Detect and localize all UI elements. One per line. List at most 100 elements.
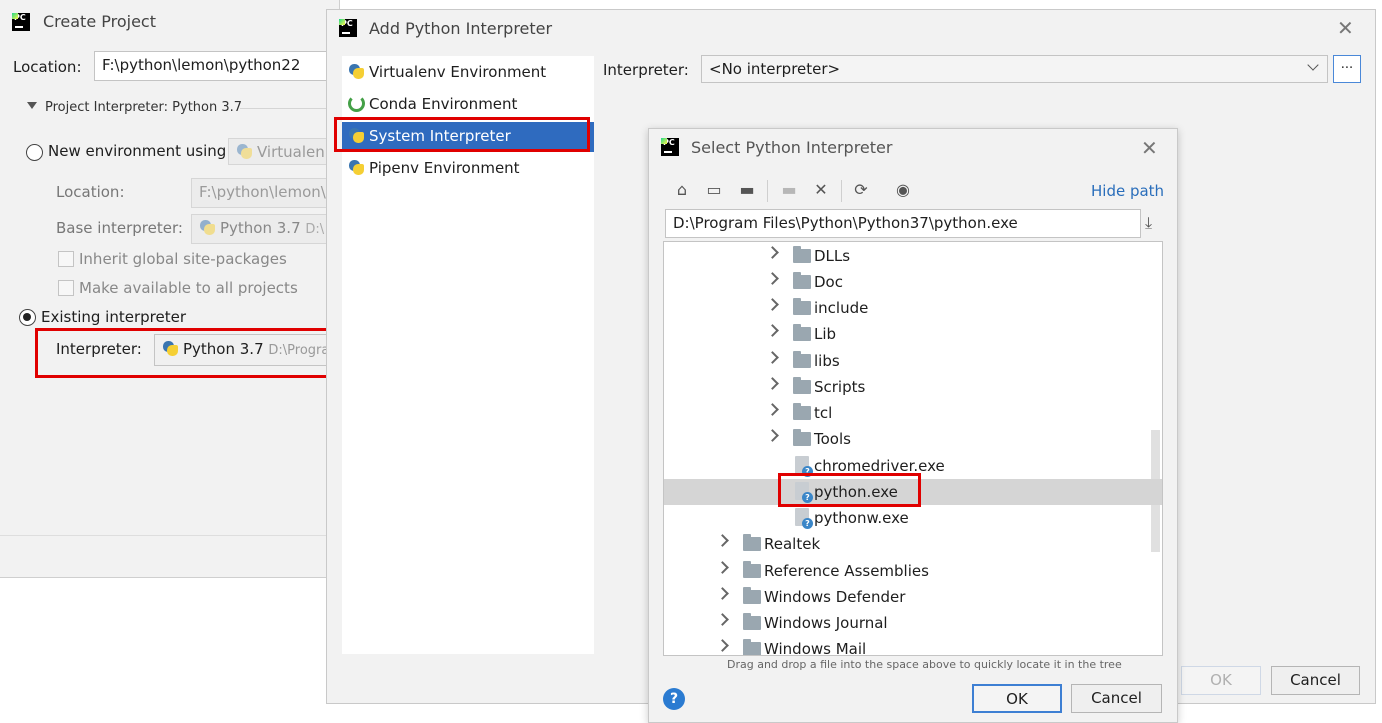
desktop-icon[interactable]: ▭ [704,180,724,200]
ok-button[interactable]: OK [1181,666,1261,695]
env-item-pipenv[interactable]: Pipenv Environment [342,154,594,184]
tree-row-dlls[interactable]: DLLs [664,243,1162,269]
tree-row-realtek[interactable]: Realtek [664,531,1162,557]
tree-row-tcl[interactable]: tcl [664,400,1162,426]
tree-row-chromedriver[interactable]: chromedriver.exe [664,453,1162,479]
help-icon[interactable]: ? [663,688,685,710]
select-ok-button[interactable]: OK [972,684,1062,713]
base-interpreter-select[interactable]: Python 3.7 D:\ [191,214,340,244]
tree-row-windows-journal[interactable]: Windows Journal [664,610,1162,636]
path-field[interactable]: D:\Program Files\Python\Python37\python.… [665,209,1141,238]
folder-icon [743,561,761,578]
folder-icon [793,429,811,446]
collapse-triangle-icon[interactable] [27,102,37,109]
chevron-right-icon[interactable] [766,429,779,442]
bottom-divider [0,535,340,536]
chevron-right-icon[interactable] [766,298,779,311]
executable-file-icon [795,456,813,477]
chevron-right-icon[interactable] [716,561,729,574]
drag-drop-hint: Drag and drop a file into the space abov… [727,658,1122,671]
tree-row-tools[interactable]: Tools [664,426,1162,452]
inherit-packages-checkbox[interactable] [58,251,74,267]
file-tree[interactable]: DLLs Doc include Lib libs Scripts tcl To… [663,241,1163,656]
base-interpreter-label: Base interpreter: [56,219,183,237]
project-folder-icon[interactable]: ▬ [737,180,757,200]
tree-row-doc[interactable]: Doc [664,269,1162,295]
folder-icon [793,403,811,420]
interpreter-path: D:\Progra [268,343,330,358]
browse-button[interactable]: ... [1333,55,1361,83]
pipenv-icon [348,159,365,176]
pycharm-logo-icon: PC [661,138,679,156]
chevron-right-icon[interactable] [766,377,779,390]
location-field[interactable]: F:\python\lemon\python22 [94,51,340,81]
interpreter-value: Python 3.7 [183,340,264,358]
interpreter-label: Interpreter: [603,61,689,79]
interpreter-dropdown-value: <No interpreter> [709,60,841,78]
tree-row-libs[interactable]: libs [664,348,1162,374]
chevron-right-icon[interactable] [716,587,729,600]
chevron-right-icon[interactable] [716,639,729,652]
tree-row-scripts[interactable]: Scripts [664,374,1162,400]
env-item-system[interactable]: System Interpreter [342,122,594,152]
interpreter-select[interactable]: Python 3.7 D:\Progra [154,334,340,366]
tree-row-reference-assemblies[interactable]: Reference Assemblies [664,558,1162,584]
sub-location-field[interactable]: F:\python\lemon\ [191,178,340,208]
make-available-label[interactable]: Make available to all projects [79,279,298,297]
delete-icon[interactable]: ✕ [811,180,831,200]
tree-row-include[interactable]: include [664,295,1162,321]
existing-interpreter-label[interactable]: Existing interpreter [41,308,186,326]
tree-row-label: tcl [814,404,833,422]
interpreter-dropdown[interactable]: <No interpreter> [701,55,1328,83]
select-cancel-button[interactable]: Cancel [1071,684,1162,713]
sub-location-label: Location: [56,183,125,201]
make-available-checkbox[interactable] [58,280,74,296]
close-icon[interactable]: ✕ [1337,16,1354,40]
tree-row-label: pythonw.exe [814,509,909,527]
tree-row-label: Lib [814,325,837,343]
inherit-packages-label[interactable]: Inherit global site-packages [79,250,287,268]
folder-icon [793,298,811,315]
tree-row-python-exe[interactable]: python.exe [664,479,1162,505]
env-item-virtualenv[interactable]: Virtualenv Environment [342,58,594,88]
tree-row-lib[interactable]: Lib [664,321,1162,347]
tree-row-pythonw-exe[interactable]: pythonw.exe [664,505,1162,531]
chevron-right-icon[interactable] [716,613,729,626]
tree-row-windows-defender[interactable]: Windows Defender [664,584,1162,610]
folder-icon [793,272,811,289]
new-environment-tool-select[interactable]: Virtualen [228,138,340,165]
pycharm-logo-icon: PC [12,13,30,31]
chevron-right-icon[interactable] [766,272,779,285]
home-icon[interactable]: ⌂ [672,180,692,200]
conda-icon [348,95,365,112]
folder-icon [743,639,761,655]
environment-list: Virtualenv Environment Conda Environment… [342,56,594,654]
chevron-right-icon[interactable] [716,534,729,547]
existing-interpreter-radio[interactable] [19,309,36,326]
section-title[interactable]: Project Interpreter: Python 3.7 [45,100,242,115]
folder-icon [793,246,811,263]
tree-row-label: Reference Assemblies [764,562,929,580]
env-item-conda[interactable]: Conda Environment [342,90,594,120]
hide-path-link[interactable]: Hide path [1091,182,1164,200]
close-icon[interactable]: ✕ [1141,136,1158,160]
chevron-right-icon[interactable] [766,403,779,416]
refresh-icon[interactable]: ⟳ [851,180,871,200]
env-item-label: Conda Environment [369,95,518,113]
cancel-button[interactable]: Cancel [1271,666,1360,695]
location-label: Location: [13,58,82,76]
chevron-right-icon[interactable] [766,246,779,259]
new-environment-radio[interactable] [26,144,43,161]
new-folder-icon[interactable]: ▬ [779,180,799,200]
new-environment-label[interactable]: New environment using [48,142,226,160]
download-icon[interactable]: ⤓ [1145,213,1152,233]
tree-row-windows-mail[interactable]: Windows Mail [664,636,1162,655]
folder-icon [743,613,761,630]
interpreter-label: Interpreter: [56,340,142,358]
show-hidden-icon[interactable]: ◉ [893,180,913,200]
env-item-label: Virtualenv Environment [369,63,547,81]
tree-row-label: Tools [814,430,851,448]
chevron-right-icon[interactable] [766,324,779,337]
chevron-right-icon[interactable] [766,351,779,364]
tree-row-label: Scripts [814,378,866,396]
